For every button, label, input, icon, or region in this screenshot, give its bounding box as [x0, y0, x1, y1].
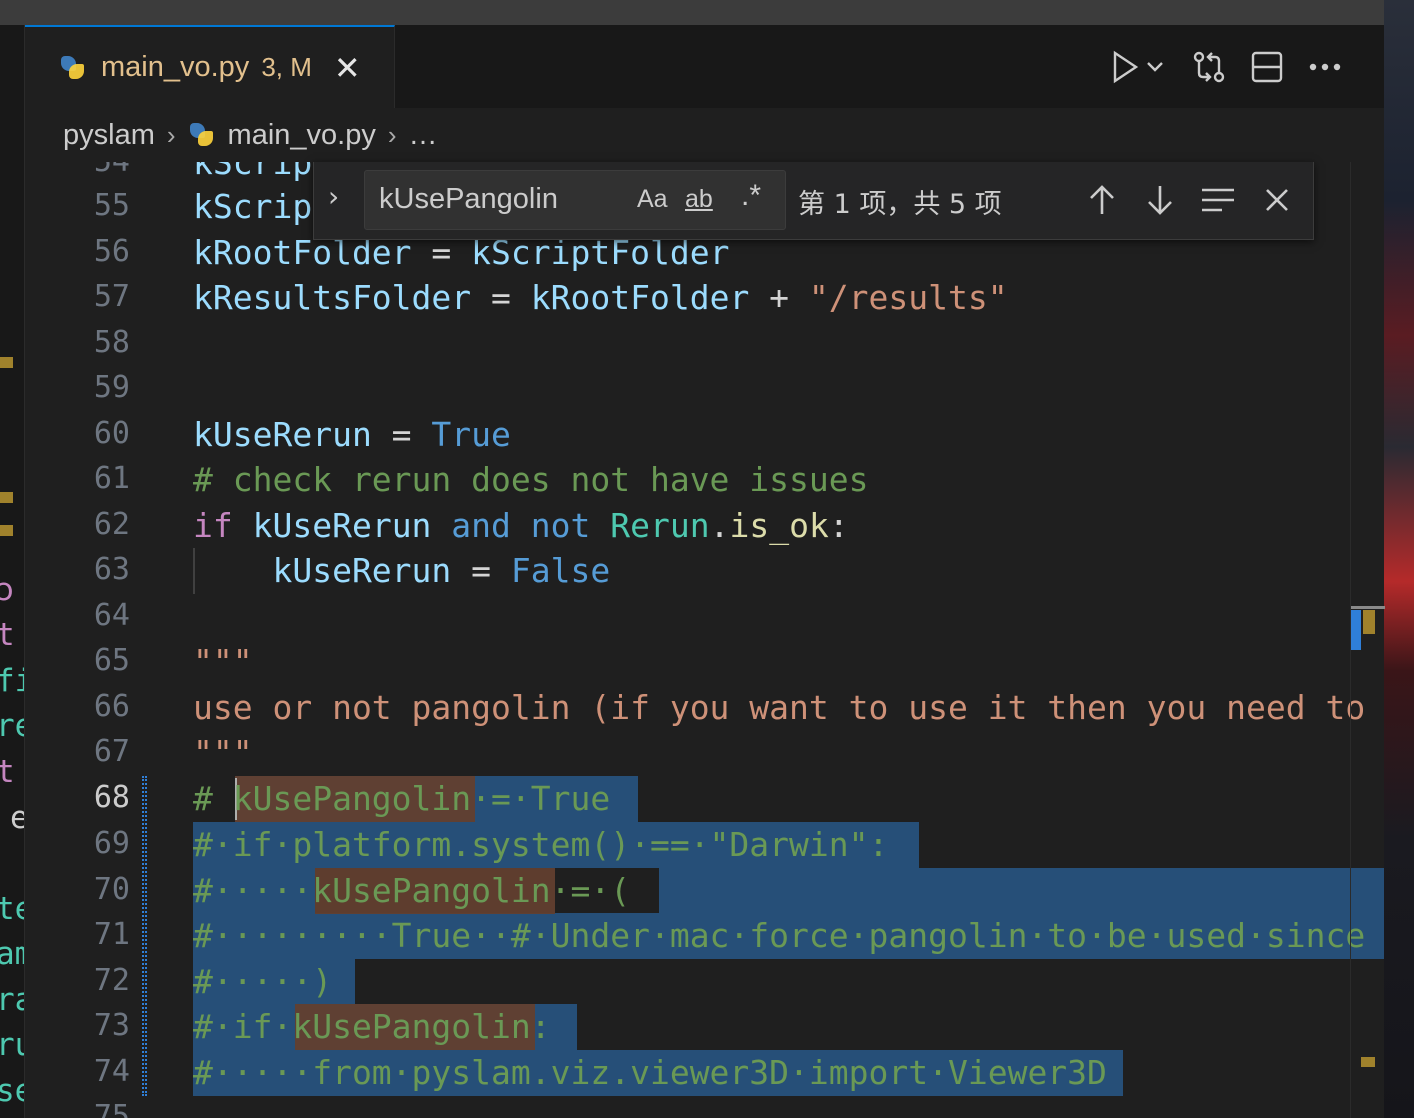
- match-count: 第 1 项，共 5 项: [798, 189, 1002, 220]
- line-number: 56: [93, 234, 130, 269]
- line-number: 67: [93, 734, 130, 769]
- find-query: kUsePangolin: [379, 183, 558, 215]
- breadcrumb-file[interactable]: main_vo.py: [228, 119, 376, 152]
- breadcrumb: pyslam › main_vo.py › …: [25, 108, 1384, 162]
- title-bar: [0, 0, 1384, 25]
- code-line: #·if·kUsePangolin:: [193, 1007, 551, 1046]
- ruler-match-mark: [1361, 1057, 1375, 1067]
- line-number-gutter: 54 55 56 57 58 59 60 61 62 63 64 65 66 67 68 69 70 71 72 73…: [25, 162, 150, 1118]
- line-number: 69: [93, 826, 130, 861]
- split-editor-icon[interactable]: [1238, 45, 1296, 89]
- code-line: if kUseRerun and not Rerun.is_ok:: [193, 506, 849, 545]
- python-file-icon: [188, 121, 216, 149]
- line-number: 70: [93, 872, 130, 907]
- python-file-icon: [59, 54, 87, 82]
- overview-ruler[interactable]: [1350, 162, 1385, 1118]
- side-panel-clipped: ɔ t fi re t e te am ra ru se: [0, 25, 25, 1118]
- tab-label: main_vo.py: [101, 51, 250, 83]
- code-line: #·····kUsePangolin·=·(: [193, 871, 631, 910]
- code-area[interactable]: kScrip kScrip kRootFolder = kScriptFolde…: [193, 162, 1384, 1118]
- problems-modified-badge: 3, M: [261, 52, 312, 82]
- modified-lines-indicator[interactable]: [142, 776, 147, 1096]
- code-line: kScrip: [193, 187, 313, 226]
- editor-tab-bar: main_vo.py 3, M ✕: [25, 25, 1384, 108]
- ruler-modified-mark: [1351, 610, 1361, 650]
- line-number: 58: [93, 325, 130, 360]
- change-marker: [0, 492, 13, 503]
- code-line: kUseRerun = True: [193, 415, 511, 454]
- code-line: """: [193, 733, 253, 772]
- match-case-toggle[interactable]: Aa: [637, 185, 668, 214]
- clipped-text: te: [0, 891, 24, 927]
- code-line: kResultsFolder = kRootFolder + "/results…: [193, 278, 1008, 317]
- line-number: 64: [93, 598, 130, 633]
- clipped-text: ra: [0, 982, 24, 1018]
- line-number: 66: [93, 689, 130, 724]
- chevron-down-icon[interactable]: [1140, 45, 1170, 89]
- breadcrumb-symbols[interactable]: …: [409, 119, 438, 152]
- whole-word-toggle[interactable]: ab: [685, 185, 713, 214]
- clipped-text: ɔ: [0, 572, 15, 608]
- change-marker: [0, 357, 13, 368]
- toggle-replace-chevron-icon[interactable]: ›: [328, 180, 339, 213]
- change-marker: [0, 525, 13, 536]
- code-line: # check rerun does not have issues: [193, 460, 869, 499]
- line-number: 71: [93, 917, 130, 952]
- git-compare-icon[interactable]: [1180, 45, 1238, 89]
- line-number: 57: [93, 279, 130, 314]
- code-line: # kUsePangolin·=·True: [193, 779, 611, 818]
- code-editor[interactable]: 54 55 56 57 58 59 60 61 62 63 64 65 66 67 68 69 70 71 72 73…: [25, 162, 1384, 1118]
- line-number: 74: [93, 1054, 130, 1089]
- code-line: kUseRerun = False: [193, 551, 611, 590]
- line-number: 75: [93, 1099, 130, 1118]
- code-line: """: [193, 642, 253, 681]
- code-line: #·····): [193, 962, 333, 1001]
- clipped-text: fi: [0, 663, 24, 699]
- line-number: 61: [93, 461, 130, 496]
- code-line: #·····from·pyslam.viz.viewer3D·import·Vi…: [193, 1053, 1107, 1092]
- arrow-up-icon[interactable]: [1082, 180, 1122, 220]
- line-number: 54: [94, 162, 130, 179]
- line-number: 72: [93, 963, 130, 998]
- arrow-down-icon[interactable]: [1140, 180, 1180, 220]
- ellipsis-icon[interactable]: [1296, 45, 1354, 89]
- line-number: 68: [93, 780, 130, 815]
- editor-actions: [1096, 45, 1354, 89]
- find-in-selection-icon[interactable]: [1198, 180, 1238, 220]
- line-number: 62: [93, 507, 130, 542]
- clipped-text: e: [10, 800, 24, 836]
- clipped-text: t: [0, 754, 15, 790]
- ruler-match-mark: [1363, 610, 1375, 634]
- code-line: #·········True··#·Under·mac·force·pangol…: [193, 916, 1366, 955]
- code-line: use or not pangolin (if you want to use …: [193, 688, 1366, 727]
- line-number: 73: [93, 1008, 130, 1043]
- clipped-text: am: [0, 936, 24, 972]
- chevron-right-icon: ›: [166, 119, 176, 150]
- line-number: 60: [93, 416, 130, 451]
- line-number: 65: [93, 643, 130, 678]
- clipped-text: re: [0, 708, 24, 744]
- clipped-text: t: [0, 617, 15, 653]
- breadcrumb-folder[interactable]: pyslam: [63, 119, 155, 152]
- line-number: 59: [93, 370, 130, 405]
- tab-main-vo[interactable]: main_vo.py 3, M ✕: [25, 25, 395, 108]
- chevron-right-icon: ›: [387, 119, 397, 150]
- regex-toggle[interactable]: .*: [741, 179, 761, 213]
- line-number: 63: [93, 552, 130, 587]
- code-line: kScrip: [193, 162, 313, 182]
- close-icon[interactable]: [1257, 180, 1297, 220]
- background-window-edge: [1384, 0, 1414, 1118]
- clipped-text: se: [0, 1073, 24, 1109]
- clipped-text: ru: [0, 1027, 24, 1063]
- find-widget: › kUsePangolin Aa ab .* 第 1 项，共 5 项: [313, 162, 1314, 240]
- selection: [659, 868, 1384, 914]
- line-number: 55: [93, 188, 130, 223]
- code-line: #·if·platform.system()·==·"Darwin":: [193, 825, 889, 864]
- find-input[interactable]: kUsePangolin Aa ab .*: [364, 170, 786, 230]
- close-icon[interactable]: ✕: [334, 52, 361, 84]
- ruler-viewport-mark: [1351, 606, 1385, 609]
